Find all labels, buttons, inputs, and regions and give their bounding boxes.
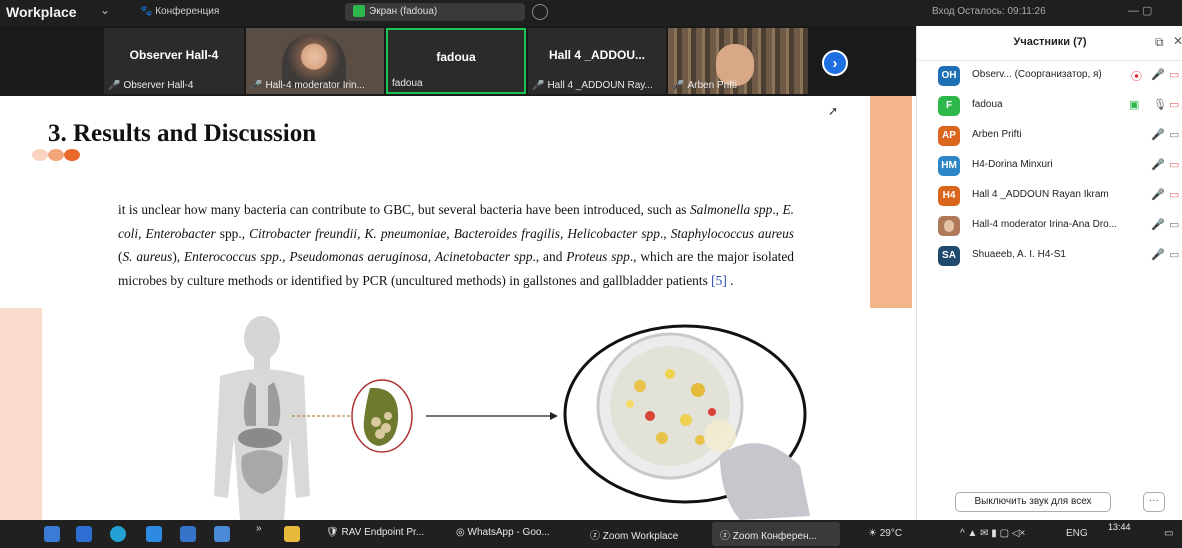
language-indicator[interactable]: ENG <box>1066 528 1088 539</box>
mic-muted-icon[interactable]: 🎤 <box>1151 218 1165 231</box>
mic-muted-icon[interactable]: 🎤 <box>1151 188 1165 201</box>
window-title-bar: Workplace ⌄ 🐾 Конференция Экран (fadoua)… <box>0 0 1182 26</box>
weather-widget[interactable]: ☀ 29°C <box>868 528 902 539</box>
slide-illustration <box>214 316 810 520</box>
participant-name: Hall 4 _ADDOUN Rayan Ikram <box>972 189 1109 200</box>
participants-header: Участники (7) ⧉ ✕ <box>917 26 1182 61</box>
taskbar-app[interactable]: 🛡 RAV Endpoint Pr... <box>326 527 424 538</box>
taskbar-app[interactable]: ◎ WhatsApp - Goo... <box>456 527 550 538</box>
conference-label[interactable]: 🐾 Конференция <box>140 6 219 17</box>
avatar: HM <box>938 156 960 176</box>
gallbladder-icon <box>351 379 413 453</box>
window-controls-icon[interactable]: — ▢ <box>1128 4 1152 17</box>
participant-row[interactable]: AP Arben Prifti 🎤 ▭ <box>917 122 1182 150</box>
avatar <box>938 216 960 236</box>
more-options-button[interactable]: ··· <box>1143 492 1165 512</box>
mic-muted-icon: 🎤 <box>672 80 685 91</box>
video-icon[interactable]: ▭ <box>1169 248 1179 261</box>
word-icon[interactable] <box>146 526 162 542</box>
participant-name: fadoua <box>972 99 1003 110</box>
avatar: F <box>938 96 960 116</box>
participant-name: Arben Prifti <box>972 129 1022 140</box>
mic-muted-icon[interactable]: 🎤 <box>1151 248 1165 261</box>
decor-dot <box>48 149 64 161</box>
video-icon[interactable]: ▭ <box>1169 218 1179 231</box>
participant-row[interactable]: OH Observ... (Соорганизатор, я) ⦿ 🎤 ▭ <box>917 62 1182 90</box>
avatar: AP <box>938 126 960 146</box>
popout-icon[interactable]: ⧉ <box>1155 35 1164 50</box>
video-icon[interactable]: ▭ <box>1169 128 1179 141</box>
shared-screen: 3. Results and Discussion ➚ it is unclea… <box>0 96 912 520</box>
screen-share-indicator[interactable]: Экран (fadoua) <box>345 3 525 21</box>
participant-row[interactable]: SA Shuaeeb, A. I. H4-S1 🎤 ▭ <box>917 242 1182 270</box>
decor-dot <box>32 149 48 161</box>
mic-muted-icon: 🎤 <box>532 80 545 91</box>
participant-name: H4-Dorina Minxuri <box>972 159 1053 170</box>
participants-panel: Участники (7) ⧉ ✕ OH Observ... (Сооргани… <box>916 26 1182 520</box>
video-tile-arben[interactable]: 🎤 Arben Prifti <box>668 28 808 94</box>
mic-muted-icon[interactable]: 🎤 <box>1151 128 1165 141</box>
recording-icon: ⦿ <box>1131 71 1142 83</box>
close-icon[interactable]: ✕ <box>1173 34 1182 48</box>
slide-title: 3. Results and Discussion <box>48 120 317 147</box>
mic-muted-icon: 🎤 <box>250 80 263 91</box>
file-explorer-icon[interactable] <box>44 526 60 542</box>
mic-muted-icon[interactable]: 🎤 <box>1151 158 1165 171</box>
app-icon[interactable] <box>214 526 230 542</box>
taskbar-app[interactable]: ⓩ Zoom Workplace <box>590 527 678 542</box>
participant-row[interactable]: Hall-4 moderator Irina-Ana Dro... 🎤 ▭ <box>917 212 1182 240</box>
avatar: H4 <box>938 186 960 206</box>
decor-bar <box>0 308 42 520</box>
video-off-icon[interactable]: ▭ <box>1169 68 1179 81</box>
participant-row[interactable]: H4 Hall 4 _ADDOUN Rayan Ikram 🎤 ▭ <box>917 182 1182 210</box>
participant-row[interactable]: HM H4-Dorina Minxuri 🎤 ▭ <box>917 152 1182 180</box>
taskbar-app-active[interactable]: ⓩ Zoom Конферен... <box>720 527 817 542</box>
petri-dish-icon <box>563 324 810 520</box>
participant-name: Shuaeeb, A. I. H4-S1 <box>972 249 1066 260</box>
arrow-icon <box>550 412 558 420</box>
decor-bar <box>870 96 912 308</box>
timer-label: Вход Осталось: 09:11:26 <box>932 6 1046 17</box>
next-page-button[interactable]: › <box>822 50 848 76</box>
taskbar: » 🛡 RAV Endpoint Pr... ◎ WhatsApp - Goo.… <box>0 520 1182 548</box>
word-icon[interactable] <box>76 526 92 542</box>
info-icon[interactable] <box>532 4 548 20</box>
avatar: SA <box>938 246 960 266</box>
document-icon[interactable] <box>180 526 196 542</box>
mute-all-button[interactable]: Выключить звук для всех <box>955 492 1111 512</box>
share-screen-icon: ▣ <box>1129 99 1140 111</box>
participant-name: Observ... (Соорганизатор, я) <box>972 69 1102 80</box>
video-off-icon[interactable]: ▭ <box>1169 158 1179 171</box>
overflow-icon[interactable]: » <box>256 523 262 534</box>
app-name: Workplace <box>6 4 77 20</box>
decor-dot <box>64 149 80 161</box>
photo-avatar-icon <box>944 220 954 232</box>
notification-icon[interactable]: ▭ <box>1164 528 1173 539</box>
mic-icon[interactable]: 🎙 <box>1153 98 1167 111</box>
folder-icon[interactable] <box>284 526 300 542</box>
avatar: OH <box>938 66 960 86</box>
human-body-icon <box>214 316 310 520</box>
clock[interactable]: 13:44 <box>1108 522 1131 533</box>
slide-paragraph: it is unclear how many bacteria can cont… <box>118 202 795 288</box>
video-off-icon[interactable]: ▭ <box>1169 98 1179 111</box>
video-tile-observer[interactable]: Observer Hall-4 🎤 Observer Hall-4 <box>104 28 244 94</box>
mouse-cursor-icon: ➚ <box>828 104 839 118</box>
participant-row[interactable]: F fadoua ▣ 🎙 ▭ <box>917 92 1182 120</box>
video-tile-moderator[interactable]: 🎤 Hall-4 moderator Irin... <box>246 28 384 94</box>
tray-icons[interactable]: ^ ▲ ✉ ▮ ▢ ◁× <box>960 528 1025 539</box>
mic-muted-icon: 🎤 <box>108 80 121 91</box>
edge-icon[interactable] <box>110 526 126 542</box>
video-off-icon[interactable]: ▭ <box>1169 188 1179 201</box>
video-tile-addoun[interactable]: Hall 4 _ADDOU... 🎤 Hall 4 _ADDOUN Ray... <box>528 28 666 94</box>
chevron-down-icon[interactable]: ⌄ <box>100 3 110 17</box>
mic-muted-icon[interactable]: 🎤 <box>1151 68 1165 81</box>
share-icon <box>353 5 365 18</box>
video-strip: Observer Hall-4 🎤 Observer Hall-4 🎤 Hall-4… <box>0 26 916 96</box>
participant-name: Hall-4 moderator Irina-Ana Dro... <box>972 219 1118 230</box>
video-tile-fadoua[interactable]: fadoua fadoua <box>386 28 526 94</box>
